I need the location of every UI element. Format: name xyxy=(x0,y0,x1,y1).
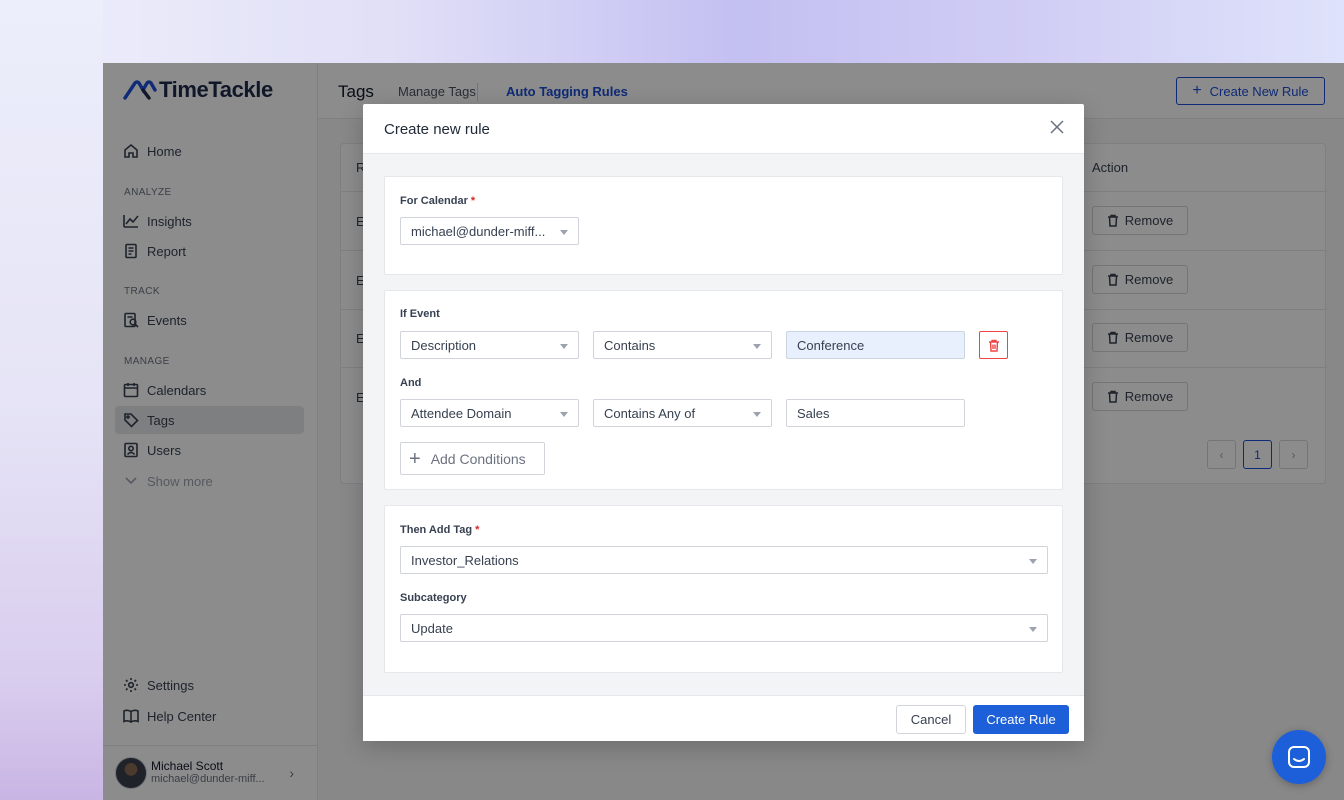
trash-icon xyxy=(988,339,999,352)
create-rule-modal: Create new rule For Calendar * michael@d… xyxy=(363,104,1084,741)
condition-operator-select[interactable]: Contains xyxy=(593,331,772,359)
modal-body: For Calendar * michael@dunder-miff... If… xyxy=(363,154,1084,695)
modal-header: Create new rule xyxy=(363,104,1084,154)
close-icon xyxy=(1050,120,1064,134)
conditions-section: If Event Description Contains Conference… xyxy=(384,290,1063,490)
caret-down-icon xyxy=(753,412,761,417)
condition-field-select[interactable]: Description xyxy=(400,331,579,359)
plus-icon: + xyxy=(409,447,421,470)
caret-down-icon xyxy=(753,344,761,349)
condition-operator-select[interactable]: Contains Any of xyxy=(593,399,772,427)
condition-operator-value: Contains Any of xyxy=(604,405,696,421)
tag-label: Then Add Tag * xyxy=(400,524,479,536)
calendar-select[interactable]: michael@dunder-miff... xyxy=(400,217,579,245)
modal-footer: Cancel Create Rule xyxy=(363,695,1084,741)
caret-down-icon xyxy=(560,412,568,417)
required-mark: * xyxy=(475,524,480,536)
subcategory-select-value: Update xyxy=(411,620,453,636)
modal-title: Create new rule xyxy=(384,121,490,138)
desktop-background-left xyxy=(0,0,103,800)
tag-label-text: Then Add Tag xyxy=(400,524,473,536)
delete-condition-button[interactable] xyxy=(979,331,1008,359)
cancel-button[interactable]: Cancel xyxy=(896,705,966,734)
condition-field-value: Description xyxy=(411,337,477,353)
subcategory-select[interactable]: Update xyxy=(400,614,1048,642)
tag-select-value: Investor_Relations xyxy=(411,552,519,568)
condition-field-value: Attendee Domain xyxy=(411,405,512,421)
create-rule-button[interactable]: Create Rule xyxy=(973,705,1069,734)
caret-down-icon xyxy=(560,230,568,235)
add-conditions-label: Add Conditions xyxy=(430,450,526,467)
calendar-label: For Calendar * xyxy=(400,195,475,207)
caret-down-icon xyxy=(1029,559,1037,564)
calendar-select-value: michael@dunder-miff... xyxy=(411,223,546,239)
condition-value-input[interactable]: Sales xyxy=(786,399,965,427)
caret-down-icon xyxy=(1029,627,1037,632)
if-event-label: If Event xyxy=(400,308,440,320)
subcategory-label: Subcategory xyxy=(400,592,467,604)
tag-select[interactable]: Investor_Relations xyxy=(400,546,1048,574)
required-mark: * xyxy=(470,195,476,207)
calendar-label-text: For Calendar xyxy=(400,195,468,207)
condition-operator-value: Contains xyxy=(604,337,656,353)
chat-support-button[interactable] xyxy=(1272,730,1326,784)
desktop-background-top xyxy=(0,0,1344,63)
and-label: And xyxy=(400,377,422,389)
condition-field-select[interactable]: Attendee Domain xyxy=(400,399,579,427)
chat-icon xyxy=(1288,746,1310,768)
caret-down-icon xyxy=(560,344,568,349)
add-conditions-button[interactable]: + Add Conditions xyxy=(400,442,545,475)
close-button[interactable] xyxy=(1050,120,1064,134)
tag-section: Then Add Tag * Investor_Relations Subcat… xyxy=(384,505,1063,673)
calendar-section: For Calendar * michael@dunder-miff... xyxy=(384,176,1063,275)
condition-value-input[interactable]: Conference xyxy=(786,331,965,359)
